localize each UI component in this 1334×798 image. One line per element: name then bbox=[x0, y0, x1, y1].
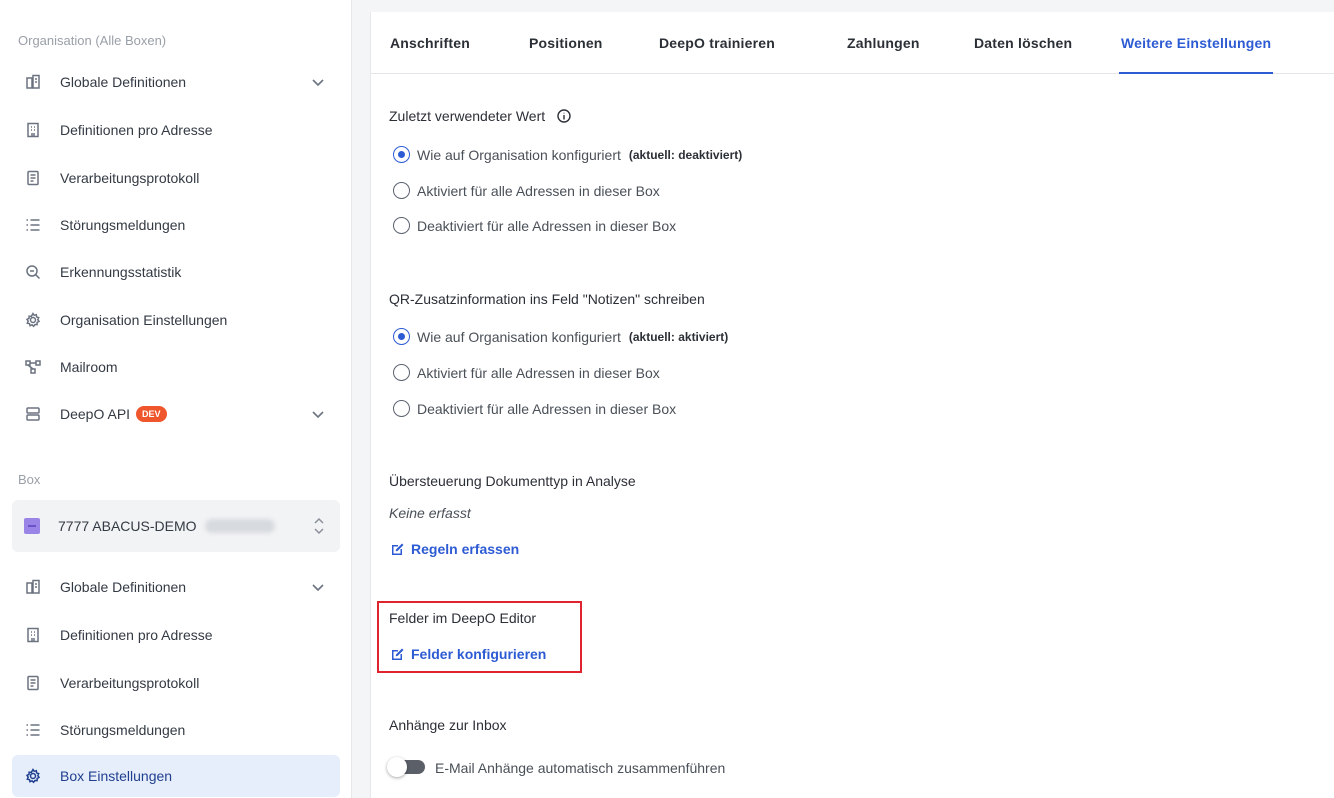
sidebar-item-label: Globale Definitionen bbox=[60, 579, 187, 595]
sidebar-item-label: DeepO API bbox=[60, 406, 131, 422]
sidebar-item-definitionen-pro-adresse[interactable]: Definitionen pro Adresse bbox=[12, 110, 340, 150]
radio-button[interactable] bbox=[393, 328, 410, 345]
sidebar-item-label: Verarbeitungsprotokoll bbox=[60, 675, 200, 691]
radio-label: Wie auf Organisation konfiguriert bbox=[417, 146, 621, 163]
sidebar-item-box-verarbeitungsprotokoll[interactable]: Verarbeitungsprotokoll bbox=[12, 663, 340, 703]
list-icon bbox=[24, 216, 42, 234]
dev-badge: DEV bbox=[136, 406, 167, 422]
editor-fields-heading: Felder im DeepO Editor bbox=[389, 610, 537, 626]
last-value-option-activated[interactable]: Aktiviert für alle Adressen in dieser Bo… bbox=[393, 182, 660, 199]
doc-type-override-heading: Übersteuerung Dokumenttyp in Analyse bbox=[389, 473, 636, 489]
attachments-heading: Anhänge zur Inbox bbox=[389, 717, 507, 733]
chevron-down-icon[interactable] bbox=[310, 74, 326, 90]
document-icon bbox=[24, 169, 42, 187]
link-label: Regeln erfassen bbox=[411, 541, 520, 557]
gear-icon bbox=[24, 767, 42, 785]
empty-rules-note: Keine erfasst bbox=[389, 505, 471, 521]
sidebar-item-label: Globale Definitionen bbox=[60, 74, 187, 90]
tab-weitere-einstellungen[interactable]: Weitere Einstellungen bbox=[1119, 12, 1274, 74]
tab-zahlungen[interactable]: Zahlungen bbox=[847, 12, 920, 74]
info-icon[interactable] bbox=[557, 109, 571, 123]
chevron-down-icon[interactable] bbox=[310, 406, 326, 422]
current-status-note: (aktuell: aktiviert) bbox=[628, 329, 729, 344]
radio-label: Wie auf Organisation konfiguriert bbox=[417, 328, 621, 345]
sidebar-item-label: Organisation Einstellungen bbox=[60, 312, 228, 328]
sidebar-item-label: Box Einstellungen bbox=[60, 768, 173, 784]
building-icon bbox=[24, 73, 42, 91]
server-icon bbox=[24, 405, 42, 423]
sidebar-item-box-globale-definitionen[interactable]: Globale Definitionen bbox=[12, 567, 340, 607]
sidebar-item-globale-definitionen[interactable]: Globale Definitionen bbox=[12, 62, 340, 102]
tab-anschriften[interactable]: Anschriften bbox=[390, 12, 470, 74]
building-grid-icon bbox=[24, 626, 42, 644]
chevron-down-icon[interactable] bbox=[310, 579, 326, 595]
sidebar: Organisation (Alle Boxen) Globale Defini… bbox=[0, 0, 352, 798]
sidebar-item-stoerungsmeldungen[interactable]: Störungsmeldungen bbox=[12, 205, 340, 245]
tab-bar: Anschriften Positionen DeepO trainieren … bbox=[371, 12, 1334, 74]
tab-deepo-trainieren[interactable]: DeepO trainieren bbox=[659, 12, 775, 74]
radio-label: Aktiviert für alle Adressen in dieser Bo… bbox=[417, 364, 660, 381]
sidebar-item-erkennungsstatistik[interactable]: Erkennungsstatistik bbox=[12, 252, 340, 292]
gear-icon bbox=[24, 311, 42, 329]
sidebar-item-label: Mailroom bbox=[60, 359, 118, 375]
sidebar-item-box-definitionen-pro-adresse[interactable]: Definitionen pro Adresse bbox=[12, 615, 340, 655]
tab-daten-loeschen[interactable]: Daten löschen bbox=[974, 12, 1072, 74]
box-selector[interactable]: 7777 ABACUS-DEMO bbox=[12, 500, 340, 552]
qr-option-deactivated[interactable]: Deaktiviert für alle Adressen in dieser … bbox=[393, 400, 676, 417]
toggle-knob bbox=[387, 757, 407, 777]
last-value-option-org[interactable]: Wie auf Organisation konfiguriert (aktue… bbox=[393, 146, 742, 163]
document-icon bbox=[24, 674, 42, 692]
qr-info-heading: QR-Zusatzinformation ins Feld "Notizen" … bbox=[389, 291, 705, 307]
sidebar-item-label: Definitionen pro Adresse bbox=[60, 627, 213, 643]
sidebar-item-box-stoerungsmeldungen[interactable]: Störungsmeldungen bbox=[12, 710, 340, 750]
list-icon bbox=[24, 721, 42, 739]
radio-label: Deaktiviert für alle Adressen in dieser … bbox=[417, 400, 677, 417]
radio-button[interactable] bbox=[393, 400, 410, 417]
main-panel: Anschriften Positionen DeepO trainieren … bbox=[370, 12, 1334, 798]
tab-positionen[interactable]: Positionen bbox=[529, 12, 603, 74]
sidebar-item-label: Störungsmeldungen bbox=[60, 722, 186, 738]
edit-icon bbox=[392, 543, 404, 555]
sidebar-item-label: Verarbeitungsprotokoll bbox=[60, 170, 200, 186]
sidebar-item-label: Erkennungsstatistik bbox=[60, 264, 182, 280]
merge-attachments-label: E-Mail Anhänge automatisch zusammenführe… bbox=[435, 760, 726, 776]
zoom-icon bbox=[24, 263, 42, 281]
sidebar-item-label: Störungsmeldungen bbox=[60, 217, 186, 233]
sidebar-item-organisation-einstellungen[interactable]: Organisation Einstellungen bbox=[12, 300, 340, 340]
merge-attachments-toggle[interactable] bbox=[387, 757, 425, 777]
regeln-erfassen-link[interactable]: Regeln erfassen bbox=[391, 541, 519, 557]
sidebar-item-label: Definitionen pro Adresse bbox=[60, 122, 213, 138]
felder-konfigurieren-link[interactable]: Felder konfigurieren bbox=[391, 646, 546, 662]
qr-option-activated[interactable]: Aktiviert für alle Adressen in dieser Bo… bbox=[393, 364, 660, 381]
box-section-label: Box bbox=[18, 472, 41, 487]
radio-label: Aktiviert für alle Adressen in dieser Bo… bbox=[417, 182, 660, 199]
chevron-updown-icon bbox=[312, 516, 326, 536]
org-section-label: Organisation (Alle Boxen) bbox=[18, 33, 167, 48]
flow-icon bbox=[24, 358, 42, 376]
box-color-icon bbox=[24, 518, 40, 534]
redacted-text bbox=[204, 519, 275, 533]
qr-option-org[interactable]: Wie auf Organisation konfiguriert (aktue… bbox=[393, 328, 728, 345]
sidebar-item-verarbeitungsprotokoll[interactable]: Verarbeitungsprotokoll bbox=[12, 158, 340, 198]
radio-button[interactable] bbox=[393, 146, 410, 163]
current-status-note: (aktuell: deaktiviert) bbox=[628, 147, 743, 162]
last-value-heading-text: Zuletzt verwendeter Wert bbox=[389, 108, 546, 124]
edit-icon bbox=[392, 648, 404, 660]
radio-button[interactable] bbox=[393, 182, 410, 199]
box-selector-label: 7777 ABACUS-DEMO bbox=[58, 518, 197, 534]
link-label: Felder konfigurieren bbox=[411, 646, 547, 662]
radio-button[interactable] bbox=[393, 217, 410, 234]
sidebar-item-mailroom[interactable]: Mailroom bbox=[12, 347, 340, 387]
building-icon bbox=[24, 578, 42, 596]
last-value-option-deactivated[interactable]: Deaktiviert für alle Adressen in dieser … bbox=[393, 217, 676, 234]
radio-button[interactable] bbox=[393, 364, 410, 381]
building-grid-icon bbox=[24, 121, 42, 139]
sidebar-item-box-einstellungen[interactable]: Box Einstellungen bbox=[12, 755, 340, 797]
radio-label: Deaktiviert für alle Adressen in dieser … bbox=[417, 217, 677, 234]
last-value-heading: Zuletzt verwendeter Wert bbox=[389, 108, 571, 124]
sidebar-item-deepo-api[interactable]: DeepO API DEV bbox=[12, 394, 340, 434]
